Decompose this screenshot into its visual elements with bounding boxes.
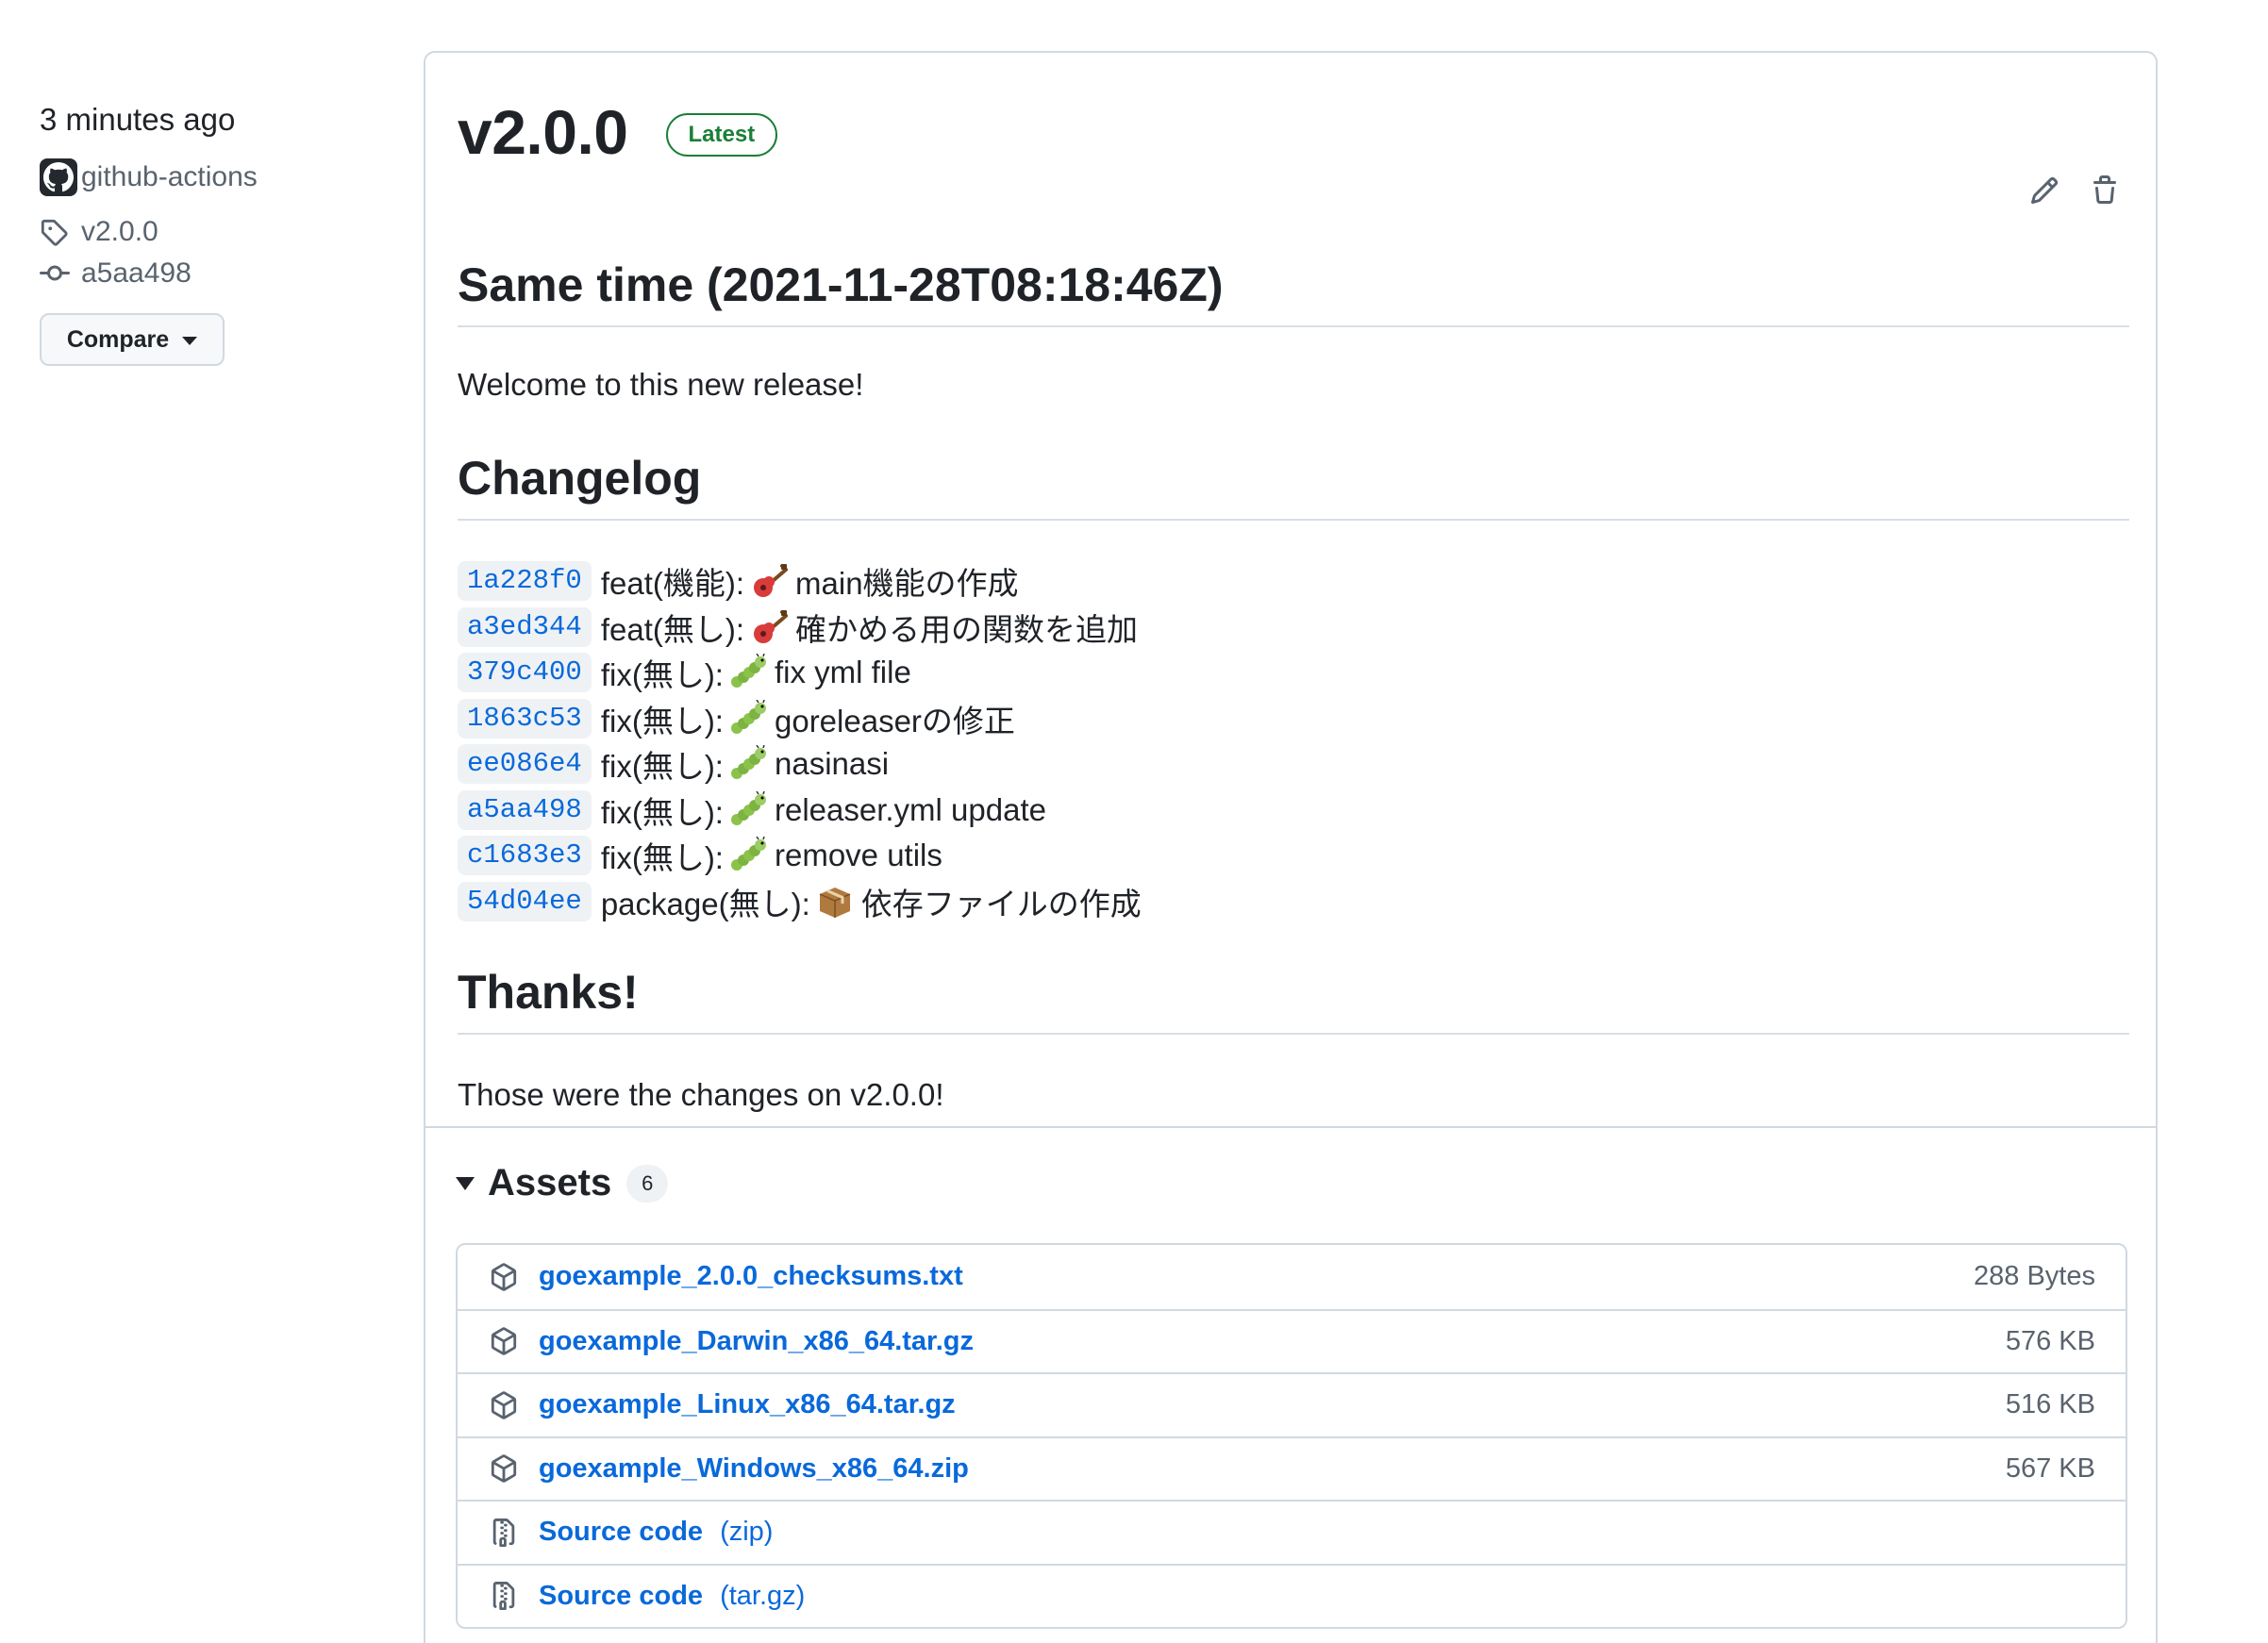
triangle-down-icon xyxy=(456,1176,475,1190)
release-commit[interactable]: a5aa498 xyxy=(40,253,379,294)
package-icon xyxy=(488,1452,520,1485)
asset-size: 516 KB xyxy=(2005,1389,2095,1420)
assets-list: goexample_2.0.0_checksums.txt 288 Bytes go… xyxy=(456,1243,2127,1629)
release-time: 3 minutes ago xyxy=(40,102,236,137)
release-meta: 3 minutes ago github-actions v2.0.0 a5aa… xyxy=(40,96,379,366)
asset-link[interactable]: goexample_Darwin_x86_64.tar.gz xyxy=(539,1326,974,1357)
asset-link[interactable]: Source code xyxy=(539,1581,703,1612)
asset-archive-type: (zip) xyxy=(720,1517,774,1548)
caret-down-icon xyxy=(182,337,198,345)
package-icon xyxy=(488,1261,520,1293)
asset-row: goexample_Windows_x86_64.zip 567 KB xyxy=(458,1436,2126,1501)
asset-row: goexample_2.0.0_checksums.txt 288 Bytes xyxy=(458,1245,2126,1309)
git-commit-icon xyxy=(40,258,81,289)
release-page: 3 minutes ago github-actions v2.0.0 a5aa… xyxy=(0,0,2268,1643)
asset-size: 567 KB xyxy=(2005,1452,2095,1484)
package-icon xyxy=(488,1389,520,1421)
asset-row: goexample_Darwin_x86_64.tar.gz 576 KB xyxy=(458,1308,2126,1373)
asset-size: 288 Bytes xyxy=(1974,1261,2095,1292)
commit-sha[interactable]: a5aa498 xyxy=(81,257,192,290)
file-zip-icon xyxy=(488,1517,520,1549)
compare-button[interactable]: Compare xyxy=(40,313,225,366)
asset-size: 576 KB xyxy=(2005,1325,2095,1356)
file-zip-icon xyxy=(488,1580,520,1612)
release-author[interactable]: github-actions xyxy=(40,157,379,198)
package-icon xyxy=(488,1325,520,1357)
compare-label: Compare xyxy=(66,325,170,353)
asset-link[interactable]: goexample_Windows_x86_64.zip xyxy=(539,1453,969,1485)
asset-row: Source code (zip) xyxy=(458,1500,2126,1564)
asset-archive-type: (tar.gz) xyxy=(720,1580,806,1611)
asset-row: goexample_Linux_x86_64.tar.gz 516 KB xyxy=(458,1372,2126,1436)
assets-section: Assets 6 goexample_2.0.0_checksums.txt 28… xyxy=(424,0,2158,1643)
release-tag[interactable]: v2.0.0 xyxy=(40,211,379,253)
assets-title: Assets xyxy=(488,1162,612,1203)
asset-link[interactable]: goexample_Linux_x86_64.tar.gz xyxy=(539,1389,956,1420)
asset-row: Source code (tar.gz) xyxy=(458,1563,2126,1628)
asset-link[interactable]: Source code xyxy=(539,1517,703,1548)
tag-icon xyxy=(40,218,81,246)
assets-count: 6 xyxy=(626,1164,669,1203)
asset-link[interactable]: goexample_2.0.0_checksums.txt xyxy=(539,1261,963,1292)
tag-name[interactable]: v2.0.0 xyxy=(81,216,158,248)
assets-toggle[interactable]: Assets 6 xyxy=(456,1162,669,1204)
author-name[interactable]: github-actions xyxy=(81,161,258,193)
github-avatar-icon xyxy=(40,158,81,196)
